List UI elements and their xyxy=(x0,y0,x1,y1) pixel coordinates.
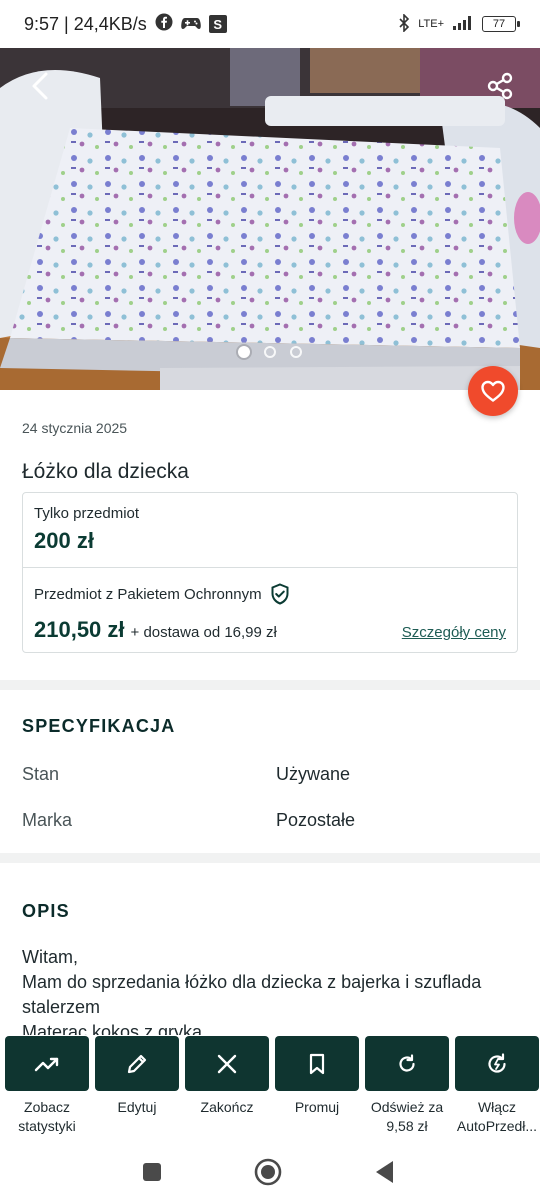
close-icon xyxy=(217,1054,237,1073)
trending-up-icon xyxy=(34,1057,59,1071)
owner-action-bar: Zobacz statystyki Edytuj Zakończ Promuj … xyxy=(0,1035,540,1145)
app-s-icon: S xyxy=(208,15,227,33)
description-text: Witam, Mam do sprzedania łóżko dla dziec… xyxy=(22,947,482,1035)
gamepad-icon xyxy=(180,14,201,35)
chevron-left-icon xyxy=(32,72,48,100)
end-label: Zakończ xyxy=(200,1099,254,1115)
stats-label: Zobacz statystyki xyxy=(18,1099,76,1134)
bluetooth-icon xyxy=(398,12,410,35)
pencil-icon xyxy=(127,1054,147,1073)
item-only-label: Tylko przedmiot xyxy=(34,505,140,522)
system-back-button[interactable] xyxy=(366,1154,402,1190)
signal-icon xyxy=(452,15,474,34)
shield-check-icon xyxy=(271,583,289,605)
heart-icon xyxy=(481,380,505,402)
network-type: LTE+ xyxy=(418,18,444,30)
spec-value: Pozostałe xyxy=(276,810,356,830)
share-button[interactable] xyxy=(478,64,522,108)
refresh-icon xyxy=(399,1053,415,1072)
promote-label: Promuj xyxy=(294,1099,340,1115)
section-divider xyxy=(0,680,540,690)
photo-dot-2[interactable] xyxy=(264,346,276,358)
protected-price: 210,50 zł xyxy=(34,617,125,642)
protected-label: Przedmiot z Pakietem Ochronnym xyxy=(34,585,262,603)
bookmark-icon xyxy=(309,1053,325,1074)
auto-renew-action[interactable]: Włącz AutoPrzedł... xyxy=(455,1036,539,1145)
home-button[interactable] xyxy=(250,1154,286,1190)
photo-dot-1[interactable] xyxy=(238,346,250,358)
home-circle-icon xyxy=(254,1158,282,1186)
stats-button[interactable] xyxy=(5,1036,89,1091)
auto-renew-icon xyxy=(488,1052,506,1073)
listing-details: 24 stycznia 2025 Łóżko dla dziecka Tylko… xyxy=(0,390,540,1035)
facebook-icon xyxy=(155,13,173,36)
auto-renew-button[interactable] xyxy=(455,1036,539,1091)
description-title: OPIS xyxy=(22,901,70,921)
battery-icon: 77 xyxy=(482,16,520,32)
spec-value: Używane xyxy=(276,764,351,784)
back-button[interactable] xyxy=(18,64,62,108)
photo-pagination[interactable] xyxy=(0,346,540,358)
item-only-price-row: Tylko przedmiot 200 zł xyxy=(23,493,517,568)
item-only-price: 200 zł xyxy=(34,528,94,553)
specs-title: SPECYFIKACJA xyxy=(22,716,176,736)
spec-key: Stan xyxy=(22,764,60,784)
bed-photo-image xyxy=(0,48,540,390)
edit-label: Edytuj xyxy=(117,1099,157,1115)
end-action[interactable]: Zakończ xyxy=(185,1036,269,1145)
recents-button[interactable] xyxy=(134,1154,170,1190)
spec-row: Stan Używane xyxy=(22,764,518,785)
price-card: Tylko przedmiot 200 zł Przedmiot z Pakie… xyxy=(22,492,518,653)
promote-button[interactable] xyxy=(275,1036,359,1091)
listing-photo[interactable] xyxy=(0,48,540,390)
spec-row: Marka Pozostałe xyxy=(22,810,518,831)
protected-price-row: Przedmiot z Pakietem Ochronnym 210,50 zł… xyxy=(23,569,517,654)
end-button[interactable] xyxy=(185,1036,269,1091)
status-time-speed: 9:57 | 24,4KB/s xyxy=(24,13,147,34)
photo-dot-3[interactable] xyxy=(290,346,302,358)
recents-square-icon xyxy=(143,1163,161,1181)
battery-level: 77 xyxy=(492,18,506,30)
listing-date: 24 stycznia 2025 xyxy=(22,420,128,436)
spec-key: Marka xyxy=(22,810,73,830)
back-triangle-icon xyxy=(376,1161,393,1183)
shipping-info: + dostawa od 16,99 zł xyxy=(130,624,277,641)
edit-button[interactable] xyxy=(95,1036,179,1091)
section-divider xyxy=(0,853,540,863)
refresh-label: Odśwież za 9,58 zł xyxy=(370,1099,444,1134)
refresh-action[interactable]: Odśwież za 9,58 zł xyxy=(365,1036,449,1145)
status-bar: 9:57 | 24,4KB/s S LTE+ 77 xyxy=(0,0,540,48)
system-navigation-bar xyxy=(0,1145,540,1200)
refresh-button[interactable] xyxy=(365,1036,449,1091)
auto-renew-label: Włącz AutoPrzedł... xyxy=(456,1099,538,1134)
favorite-button[interactable] xyxy=(468,366,518,416)
stats-action[interactable]: Zobacz statystyki xyxy=(5,1036,89,1145)
share-icon xyxy=(487,72,513,100)
promote-action[interactable]: Promuj xyxy=(275,1036,359,1145)
edit-action[interactable]: Edytuj xyxy=(95,1036,179,1145)
listing-title: Łóżko dla dziecka xyxy=(22,460,189,483)
price-details-link[interactable]: Szczegóły ceny xyxy=(402,624,506,641)
